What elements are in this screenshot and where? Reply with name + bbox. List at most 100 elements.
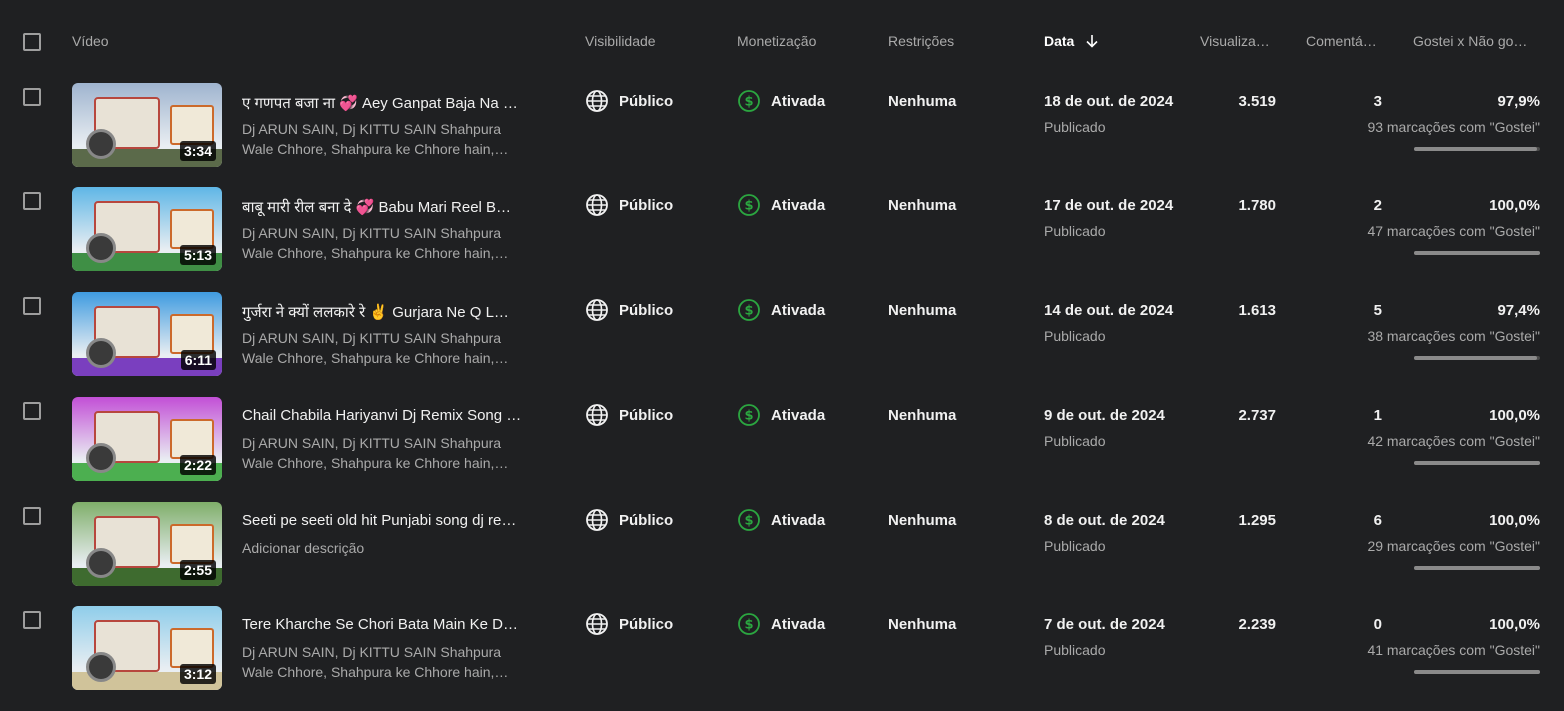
like-ratio-fill	[1414, 147, 1538, 151]
like-ratio-bar	[1414, 670, 1540, 674]
like-ratio-fill	[1414, 251, 1540, 255]
like-percentage: 100,0%	[1489, 197, 1540, 214]
video-thumbnail[interactable]: 2:55	[72, 502, 222, 586]
video-description: Dj ARUN SAIN, Dj KITTU SAIN Shahpura Wal…	[242, 223, 532, 263]
video-title[interactable]: Chail Chabila Hariyanvi Dj Remix Song …	[242, 407, 538, 424]
publish-date: 7 de out. de 2024	[1044, 616, 1165, 633]
svg-text:$: $	[744, 95, 753, 110]
visibility-label: Público	[619, 407, 674, 424]
publish-status: Publicado	[1044, 223, 1106, 239]
row-checkbox[interactable]	[23, 297, 41, 315]
row-checkbox[interactable]	[23, 507, 41, 525]
like-ratio-bar	[1414, 251, 1540, 255]
video-thumbnail[interactable]: 6:11	[72, 292, 222, 376]
header-views[interactable]: Visualiza…	[1200, 33, 1270, 49]
monetization-label: Ativada	[771, 197, 826, 214]
dollar-circle-icon: $	[738, 194, 760, 216]
like-percentage: 97,9%	[1497, 93, 1540, 110]
globe-icon	[586, 613, 608, 635]
comments-count[interactable]: 3	[1374, 93, 1382, 110]
comments-count[interactable]: 0	[1374, 616, 1382, 633]
video-description-line-2: Wale Chhore, Shahpura ke Chhore hain,…	[242, 141, 509, 157]
video-description: Dj ARUN SAIN, Dj KITTU SAIN Shahpura Wal…	[242, 328, 532, 368]
restrictions-value: Nenhuma	[888, 197, 957, 214]
publish-date: 14 de out. de 2024	[1044, 302, 1174, 319]
svg-text:$: $	[744, 199, 753, 214]
header-visibility[interactable]: Visibilidade	[585, 33, 656, 49]
video-title[interactable]: Seeti pe seeti old hit Punjabi song dj r…	[242, 512, 538, 529]
table-row[interactable]: 6:11 गुर्जरा ने क्यों ललकारे रे ✌️ Gurja…	[0, 292, 1564, 397]
header-monetization[interactable]: Monetização	[737, 33, 816, 49]
video-thumbnail[interactable]: 2:22	[72, 397, 222, 481]
video-thumbnail[interactable]: 3:12	[72, 606, 222, 690]
row-checkbox[interactable]	[23, 402, 41, 420]
comments-count[interactable]: 6	[1374, 512, 1382, 529]
video-thumbnail[interactable]: 5:13	[72, 187, 222, 271]
monetization-label: Ativada	[771, 407, 826, 424]
comments-count[interactable]: 1	[1374, 407, 1382, 424]
restrictions-value: Nenhuma	[888, 302, 957, 319]
like-ratio-bar	[1414, 566, 1540, 570]
globe-icon	[586, 299, 608, 321]
like-count: 38 marcações com "Gostei"	[1367, 328, 1540, 344]
like-percentage: 100,0%	[1489, 512, 1540, 529]
header-likes[interactable]: Gostei x Não go…	[1413, 33, 1527, 49]
select-all-checkbox[interactable]	[23, 33, 41, 51]
svg-text:$: $	[744, 409, 753, 424]
video-description: Adicionar descrição	[242, 538, 532, 578]
like-count: 47 marcações com "Gostei"	[1367, 223, 1540, 239]
visibility-label: Público	[619, 616, 674, 633]
views-count: 3.519	[1238, 93, 1276, 110]
comments-count[interactable]: 2	[1374, 197, 1382, 214]
publish-status: Publicado	[1044, 538, 1106, 554]
svg-text:$: $	[744, 618, 753, 633]
views-count: 1.613	[1238, 302, 1276, 319]
video-description-line-2: Wale Chhore, Shahpura ke Chhore hain,…	[242, 245, 509, 261]
publish-date: 8 de out. de 2024	[1044, 512, 1165, 529]
video-thumbnail[interactable]: 3:34	[72, 83, 222, 167]
table-row[interactable]: 3:12 Tere Kharche Se Chori Bata Main Ke …	[0, 606, 1564, 711]
globe-icon	[586, 509, 608, 531]
video-title[interactable]: Tere Kharche Se Chori Bata Main Ke D…	[242, 616, 538, 633]
like-count: 41 marcações com "Gostei"	[1367, 642, 1540, 658]
header-comments[interactable]: Comentá…	[1306, 33, 1377, 49]
table-header: Vídeo Visibilidade Monetização Restriçõe…	[0, 0, 1564, 84]
like-percentage: 100,0%	[1489, 616, 1540, 633]
thumbnail-wheel	[86, 652, 116, 682]
row-checkbox[interactable]	[23, 192, 41, 210]
video-duration: 2:22	[179, 455, 216, 475]
visibility-label: Público	[619, 93, 674, 110]
video-title[interactable]: गुर्जरा ने क्यों ललकारे रे ✌️ Gurjara Ne…	[242, 302, 538, 322]
svg-text:$: $	[744, 304, 753, 319]
table-row[interactable]: 2:22 Chail Chabila Hariyanvi Dj Remix So…	[0, 397, 1564, 502]
video-description-line-1: Dj ARUN SAIN, Dj KITTU SAIN Shahpura	[242, 435, 502, 451]
publish-date: 9 de out. de 2024	[1044, 407, 1165, 424]
video-title[interactable]: बाबू मारी रील बना दे 💞 Babu Mari Reel B…	[242, 197, 538, 217]
video-description-line-2: Wale Chhore, Shahpura ke Chhore hain,…	[242, 664, 509, 680]
like-count: 29 marcações com "Gostei"	[1367, 538, 1540, 554]
thumbnail-truck-secondary	[170, 209, 214, 249]
row-checkbox[interactable]	[23, 88, 41, 106]
publish-date: 18 de out. de 2024	[1044, 93, 1174, 110]
thumbnail-truck-secondary	[170, 628, 214, 668]
restrictions-value: Nenhuma	[888, 407, 957, 424]
header-date[interactable]: Data	[1044, 33, 1098, 49]
restrictions-value: Nenhuma	[888, 93, 957, 110]
comments-count[interactable]: 5	[1374, 302, 1382, 319]
video-description-line-1: Dj ARUN SAIN, Dj KITTU SAIN Shahpura	[242, 121, 502, 137]
like-ratio-bar	[1414, 147, 1540, 151]
video-duration: 5:13	[179, 245, 216, 265]
video-title[interactable]: ए गणपत बजा ना 💞 Aey Ganpat Baja Na …	[242, 93, 538, 113]
thumbnail-truck-secondary	[170, 105, 214, 145]
header-restrictions[interactable]: Restrições	[888, 33, 954, 49]
thumbnail-wheel	[86, 548, 116, 578]
dollar-circle-icon: $	[738, 299, 760, 321]
table-row[interactable]: 5:13 बाबू मारी रील बना दे 💞 Babu Mari Re…	[0, 187, 1564, 292]
like-ratio-bar	[1414, 461, 1540, 465]
table-row[interactable]: 3:34 ए गणपत बजा ना 💞 Aey Ganpat Baja Na …	[0, 83, 1564, 188]
monetization-label: Ativada	[771, 302, 826, 319]
table-row[interactable]: 2:55 Seeti pe seeti old hit Punjabi song…	[0, 502, 1564, 607]
restrictions-value: Nenhuma	[888, 616, 957, 633]
row-checkbox[interactable]	[23, 611, 41, 629]
arrow-down-icon	[1086, 35, 1098, 48]
